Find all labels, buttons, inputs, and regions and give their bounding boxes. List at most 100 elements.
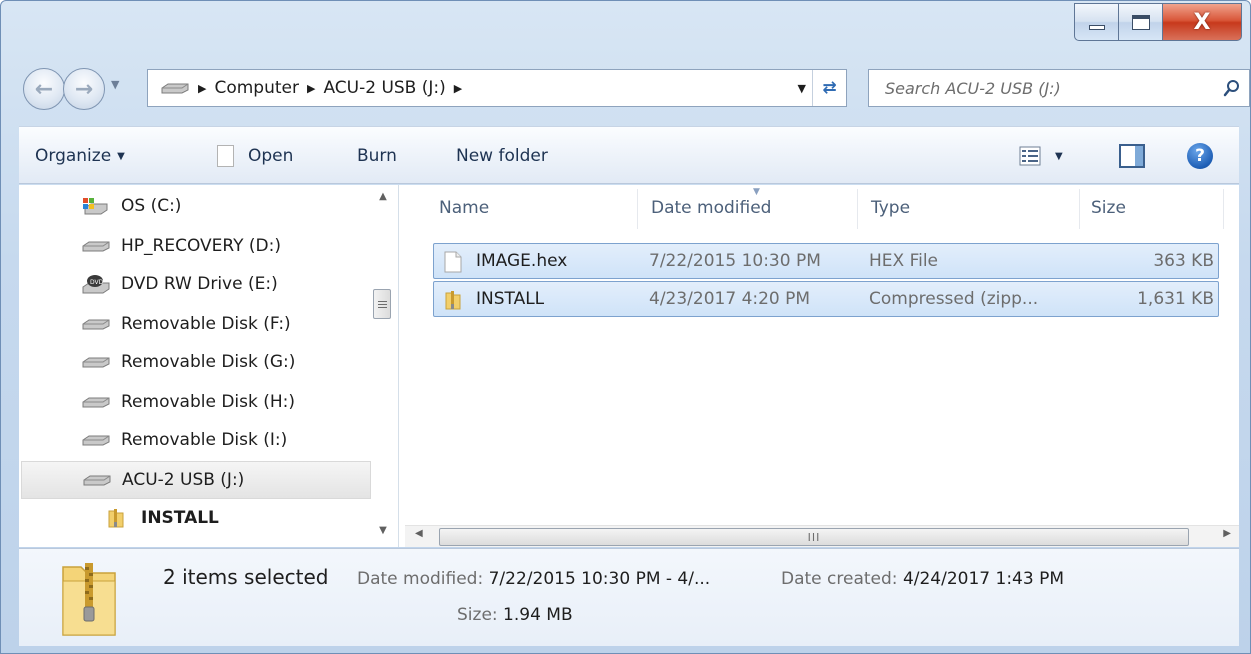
- column-header-name[interactable]: Name: [439, 185, 489, 231]
- forward-button[interactable]: →: [63, 68, 105, 110]
- details-size: Size: 1.94 MB: [457, 605, 573, 625]
- nav-item-hp-recovery-d[interactable]: HP_RECOVERY (D:): [21, 227, 371, 265]
- nav-item-os-c[interactable]: OS (C:): [21, 187, 371, 225]
- new-folder-label: New folder: [456, 146, 548, 166]
- column-divider[interactable]: [637, 189, 638, 229]
- window-controls: X: [1074, 3, 1242, 41]
- minimize-icon: [1088, 24, 1105, 30]
- search-icon: [1223, 80, 1239, 97]
- drive-icon: [82, 470, 112, 490]
- recent-pages-dropdown-icon[interactable]: ▼: [111, 78, 119, 91]
- size-value: 1.94 MB: [503, 605, 573, 625]
- breadcrumb-arrow-icon[interactable]: ▶: [198, 82, 206, 95]
- scroll-up-icon[interactable]: ▲: [371, 191, 395, 211]
- breadcrumb: ▶ Computer ▶ ACU-2 USB (J:) ▶: [190, 70, 470, 106]
- os-drive-icon: [81, 196, 111, 216]
- zip-folder-icon: [101, 508, 131, 528]
- file-row[interactable]: INSTALL 4/23/2017 4:20 PM Compressed (zi…: [433, 281, 1219, 317]
- preview-pane-button[interactable]: [1119, 127, 1145, 185]
- drive-icon: [81, 352, 111, 372]
- search-box[interactable]: [868, 69, 1250, 107]
- back-button[interactable]: ←: [23, 68, 65, 110]
- open-button[interactable]: Open: [217, 127, 293, 185]
- scroll-down-icon[interactable]: ▼: [371, 525, 395, 545]
- nav-item-label: Removable Disk (I:): [121, 430, 288, 450]
- preview-pane-icon: [1119, 144, 1145, 168]
- drive-icon: [81, 430, 111, 450]
- nav-item-removable-g[interactable]: Removable Disk (G:): [21, 343, 371, 381]
- date-created-value: 4/24/2017 1:43 PM: [902, 569, 1065, 589]
- refresh-icon: ⇄: [822, 78, 837, 98]
- zip-folder-icon: [444, 289, 462, 316]
- chevron-down-icon: ▼: [1055, 150, 1063, 162]
- column-header-size[interactable]: Size: [1091, 185, 1126, 231]
- dvd-drive-icon: DVD: [81, 274, 111, 294]
- nav-item-removable-f[interactable]: Removable Disk (F:): [21, 305, 371, 343]
- column-divider[interactable]: [1079, 189, 1080, 229]
- drive-icon: [81, 314, 111, 334]
- maximize-button[interactable]: [1118, 3, 1162, 41]
- nav-item-dvd-rw-e[interactable]: DVD DVD RW Drive (E:): [21, 265, 371, 303]
- refresh-button[interactable]: ⇄: [812, 70, 846, 106]
- nav-item-label: HP_RECOVERY (D:): [121, 236, 282, 256]
- organize-label: Organize: [35, 146, 112, 166]
- command-bar: Organize ▼ Open Burn New folder ▼ ?: [19, 126, 1239, 184]
- drive-icon: [81, 392, 111, 412]
- breadcrumb-acu-usb[interactable]: ACU-2 USB (J:): [323, 78, 445, 98]
- nav-item-acu-usb-j[interactable]: ACU-2 USB (J:): [21, 461, 371, 499]
- change-view-button[interactable]: ▼: [1019, 127, 1063, 185]
- selection-count: 2 items selected: [163, 565, 329, 589]
- minimize-button[interactable]: [1074, 3, 1118, 41]
- zip-folder-icon: [62, 563, 116, 636]
- date-modified-value: 7/22/2015 10:30 PM - 4/...: [488, 569, 711, 589]
- breadcrumb-computer[interactable]: Computer: [214, 78, 299, 98]
- file-row[interactable]: IMAGE.hex 7/22/2015 10:30 PM HEX File 36…: [433, 243, 1219, 279]
- file-list: ▼ Name Date modified Type Size IMAGE.hex…: [405, 185, 1239, 547]
- close-button[interactable]: X: [1162, 3, 1242, 41]
- column-header-type[interactable]: Type: [871, 185, 910, 231]
- new-folder-button[interactable]: New folder: [456, 127, 548, 185]
- scroll-left-icon[interactable]: ◀: [415, 528, 423, 539]
- nav-item-label: Removable Disk (F:): [121, 314, 291, 334]
- chevron-down-icon: ▼: [117, 150, 125, 162]
- scrollbar-thumb[interactable]: III: [439, 528, 1189, 546]
- date-created-label: Date created:: [781, 569, 898, 589]
- content-area: OS (C:) HP_RECOVERY (D:) DVD DVD RW Driv…: [19, 185, 1239, 547]
- search-input[interactable]: [869, 70, 1215, 106]
- column-divider[interactable]: [857, 189, 858, 229]
- scroll-right-icon[interactable]: ▶: [1223, 528, 1231, 539]
- size-label: Size:: [457, 605, 498, 625]
- burn-button[interactable]: Burn: [357, 127, 397, 185]
- search-button[interactable]: [1215, 70, 1249, 106]
- address-row: ← → ▼ ▶ Computer ▶ ACU-2 USB (J:) ▶ ▼ ⇄: [19, 65, 1250, 110]
- details-date-modified: Date modified: 7/22/2015 10:30 PM - 4/..…: [357, 569, 710, 589]
- date-modified-label: Date modified:: [357, 569, 484, 589]
- scrollbar-thumb[interactable]: [373, 289, 391, 319]
- help-icon: ?: [1187, 143, 1213, 169]
- breadcrumb-arrow-icon[interactable]: ▶: [307, 82, 315, 95]
- address-history-dropdown-icon[interactable]: ▼: [798, 82, 806, 95]
- breadcrumb-arrow-icon[interactable]: ▶: [454, 82, 462, 95]
- help-button[interactable]: ?: [1187, 127, 1213, 185]
- open-label: Open: [248, 146, 294, 166]
- file-date-modified: 7/22/2015 10:30 PM: [649, 251, 821, 271]
- file-size: 363 KB: [1153, 251, 1214, 271]
- nav-item-label: DVD RW Drive (E:): [121, 274, 278, 294]
- file-type: Compressed (zipp...: [869, 289, 1039, 309]
- file-date-modified: 4/23/2017 4:20 PM: [649, 289, 811, 309]
- navigation-pane-scrollbar[interactable]: ▲ ▼: [371, 185, 395, 547]
- nav-item-install[interactable]: INSTALL: [21, 499, 371, 537]
- close-icon: X: [1193, 9, 1211, 35]
- address-bar[interactable]: ▶ Computer ▶ ACU-2 USB (J:) ▶ ▼ ⇄: [147, 69, 847, 107]
- nav-item-label: Removable Disk (G:): [121, 352, 296, 372]
- nav-item-removable-h[interactable]: Removable Disk (H:): [21, 383, 371, 421]
- nav-item-label: Removable Disk (H:): [121, 392, 296, 412]
- column-divider[interactable]: [1223, 189, 1224, 229]
- drive-icon: [161, 83, 189, 94]
- column-header-date-modified[interactable]: Date modified: [651, 185, 771, 231]
- organize-menu-button[interactable]: Organize ▼: [35, 127, 125, 185]
- document-icon: [217, 145, 234, 167]
- maximize-icon: [1131, 14, 1150, 30]
- file-list-horizontal-scrollbar[interactable]: ◀ III ▶: [405, 525, 1239, 547]
- nav-item-removable-i[interactable]: Removable Disk (I:): [21, 421, 371, 459]
